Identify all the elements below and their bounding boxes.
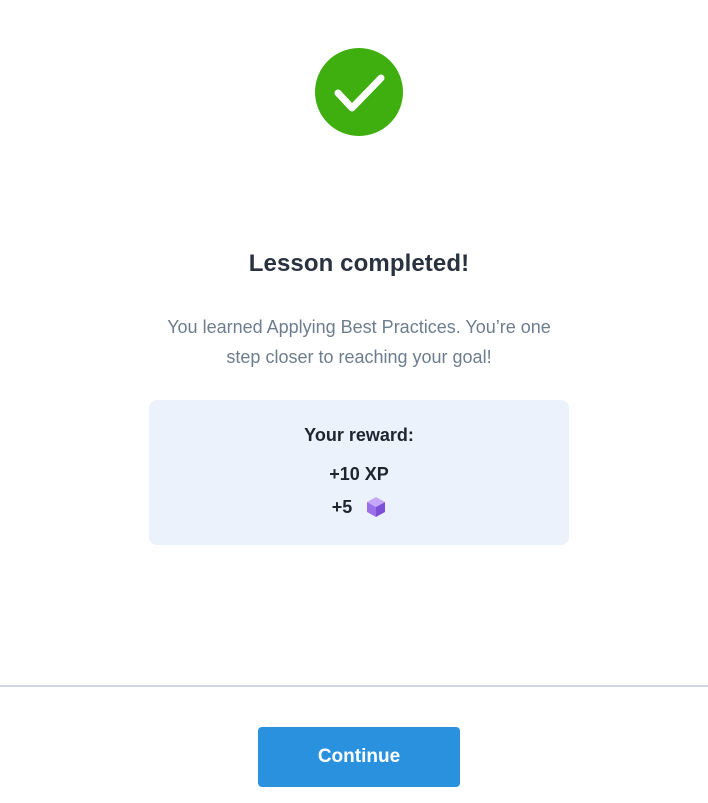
lesson-summary-text: You learned Applying Best Practices. You… (167, 317, 551, 367)
success-checkmark-icon (315, 48, 403, 136)
reward-gems-value: +5 (331, 496, 353, 517)
reward-gems-row: +5 (149, 496, 569, 518)
reward-panel: Your reward: +10 XP +5 (149, 400, 569, 545)
reward-xp-value: +10 XP (329, 464, 389, 484)
reward-heading: Your reward: (304, 425, 414, 445)
footer-divider (0, 685, 708, 687)
continue-button[interactable]: Continue (258, 727, 460, 787)
page-title: Lesson completed! (248, 250, 470, 277)
checkmark-icon (334, 74, 385, 112)
gem-cube-icon (367, 497, 386, 517)
